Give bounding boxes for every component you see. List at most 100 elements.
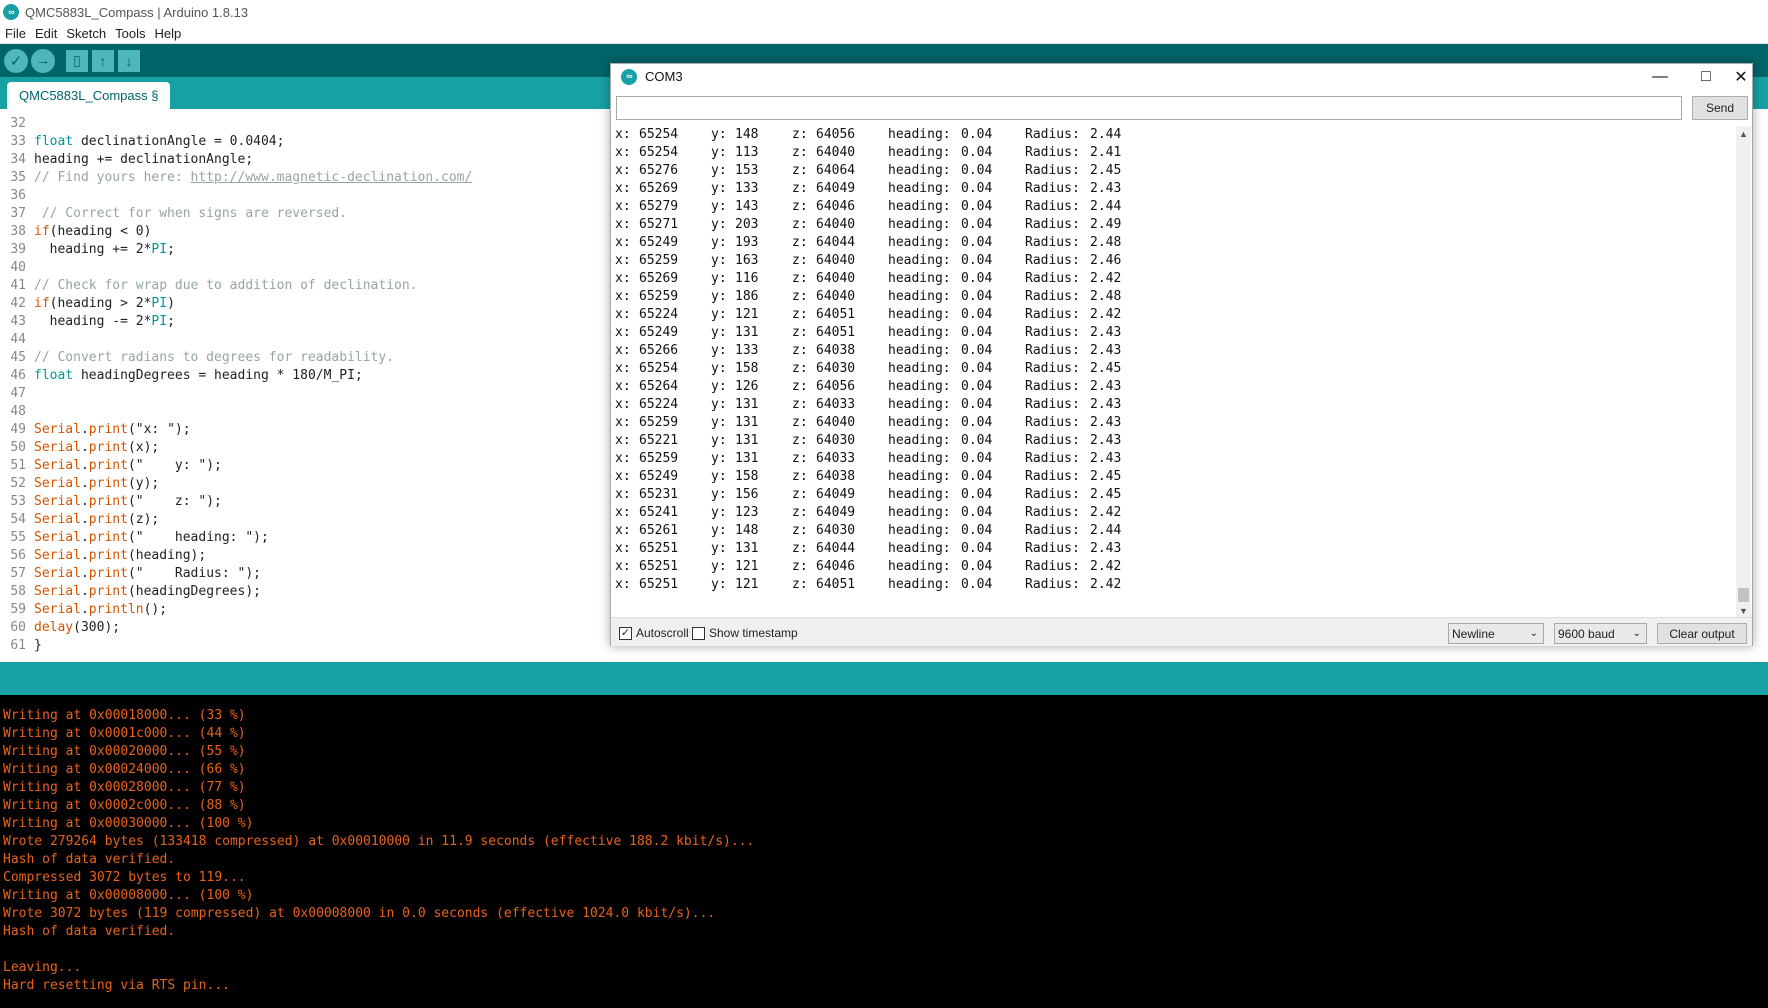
code-line[interactable]: 34 heading += declinationAngle; [0,151,253,169]
code-line[interactable]: 38 if(heading < 0) [0,223,151,241]
serial-field-label: x: [615,181,631,196]
timestamp-check-icon[interactable] [692,626,705,640]
serial-field-label: x: [615,289,631,304]
code-line[interactable]: 48 [0,403,26,421]
code-line[interactable]: 43 heading -= 2*PI; [0,313,175,331]
menu-sketch[interactable]: Sketch [66,26,106,41]
code-line[interactable]: 51 Serial.print(" y: "); [0,457,222,475]
code-line[interactable]: 37 // Correct for when signs are reverse… [0,205,347,223]
line-ending-select[interactable]: Newline ⌄ [1448,623,1544,644]
serial-field-label: x: [615,145,631,160]
serial-field-label: heading: [888,253,951,268]
serial-send-input[interactable] [616,96,1682,120]
serial-field-label: Radius: [1025,127,1080,142]
code-line[interactable]: 60 delay(300); [0,619,120,637]
serial-value-heading: 0.04 [961,289,993,304]
code-token: print [88,584,128,599]
code-line[interactable]: 42 if(heading > 2*PI) [0,295,175,313]
serial-value-radius: 2.42 [1090,577,1122,592]
code-token: (heading < 0) [49,224,152,239]
scrollbar-thumb[interactable] [1738,588,1749,602]
code-line[interactable]: 41 // Check for wrap due to addition of d… [0,277,417,295]
serial-field-label: x: [615,235,631,250]
code-line[interactable]: 40 [0,259,26,277]
code-token: ("x: "); [127,422,191,437]
scroll-down-icon[interactable]: ▼ [1736,603,1751,618]
serial-value-radius: 2.48 [1090,235,1122,250]
serial-value-heading: 0.04 [961,235,993,250]
line-number: 44 [10,332,26,347]
serial-value-x: 65259 [639,451,679,466]
line-number: 43 [10,314,26,329]
serial-scrollbar[interactable]: ▲ ▼ [1736,126,1751,618]
code-line[interactable]: 50 Serial.print(x); [0,439,159,457]
code-line[interactable]: 35 // Find yours here: http://www.magneti… [0,169,472,187]
code-token: (heading > 2* [49,296,152,311]
code-token: print [88,458,128,473]
baud-rate-select[interactable]: 9600 baud ⌄ [1554,623,1647,644]
serial-field-label: Radius: [1025,559,1080,574]
code-line[interactable]: 58 Serial.print(headingDegrees); [0,583,261,601]
serial-field-label: Radius: [1025,379,1080,394]
arduino-logo-icon: ∞ [621,68,637,85]
line-number: 42 [10,296,26,311]
code-line[interactable]: 56 Serial.print(heading); [0,547,206,565]
serial-value-y: 131 [735,397,759,412]
serial-line: x: 65276 y: 153 z: 64064 heading: 0.04 Radius: 2.… [615,162,1215,180]
menu-tools[interactable]: Tools [115,26,145,41]
menu-help[interactable]: Help [154,26,181,41]
menu-file[interactable]: File [5,26,26,41]
serial-field-label: x: [615,451,631,466]
serial-field-label: z: [792,433,808,448]
code-line[interactable]: 47 [0,385,26,403]
serial-field-label: z: [792,559,808,574]
line-number: 52 [10,476,26,491]
autoscroll-checkbox[interactable]: ✓ Autoscroll [619,626,689,640]
code-token: float [34,368,74,383]
window-title-bar: ∞ QMC5883L_Compass | Arduino 1.8.13 [0,0,1768,24]
code-line[interactable]: 32 [0,115,26,133]
serial-value-heading: 0.04 [961,181,993,196]
verify-icon[interactable]: ✓ [4,48,28,73]
serial-field-label: z: [792,235,808,250]
serial-options-bar: ✓ Autoscroll Show timestamp Newline ⌄ 96… [611,617,1752,646]
code-line[interactable]: 52 Serial.print(y); [0,475,159,493]
menu-edit[interactable]: Edit [35,26,57,41]
editor-console-divider[interactable] [0,662,1768,695]
save-sketch-icon[interactable]: ↓ [118,49,140,72]
timestamp-checkbox[interactable]: Show timestamp [692,626,798,640]
new-sketch-icon[interactable]: ▯ [66,49,88,72]
upload-icon[interactable]: → [31,48,55,73]
serial-value-y: 121 [735,307,759,322]
tab-qmc5883l-compass[interactable]: QMC5883L_Compass § [7,82,171,109]
code-token: PI [151,314,168,329]
send-button[interactable]: Send [1692,96,1748,120]
code-line[interactable]: 36 [0,187,26,205]
scroll-up-icon[interactable]: ▲ [1736,126,1751,141]
code-line[interactable]: 53 Serial.print(" z: "); [0,493,222,511]
code-line[interactable]: 45 // Convert radians to degrees for read… [0,349,394,367]
code-line[interactable]: 39 heading += 2*PI; [0,241,175,259]
code-line[interactable]: 59 Serial.println(); [0,601,167,619]
line-number: 61 [10,638,26,653]
code-line[interactable]: 44 [0,331,26,349]
serial-line: x: 65221 y: 131 z: 64030 heading: 0.04 Radius: 2.… [615,432,1215,450]
code-line[interactable]: 54 Serial.print(z); [0,511,159,529]
serial-value-z: 64030 [816,523,856,538]
code-token: if [34,296,50,311]
code-line[interactable]: 55 Serial.print(" heading: "); [0,529,268,547]
code-line[interactable]: 46 float headingDegrees = heading * 180/M… [0,367,362,385]
serial-value-heading: 0.04 [961,343,993,358]
autoscroll-check-icon[interactable]: ✓ [619,626,632,640]
clear-output-button[interactable]: Clear output [1657,623,1747,644]
open-sketch-icon[interactable]: ↑ [92,49,114,72]
code-line[interactable]: 61} [0,637,41,655]
close-icon[interactable]: ✕ [1729,64,1753,89]
serial-field-label: Radius: [1025,577,1080,592]
minimize-icon[interactable]: — [1637,64,1683,89]
code-line[interactable]: 49 Serial.print("x: "); [0,421,190,439]
code-line[interactable]: 33 float declinationAngle = 0.0404; [0,133,284,151]
code-line[interactable]: 57 Serial.print(" Radius: "); [0,565,261,583]
maximize-icon[interactable]: □ [1683,64,1729,89]
serial-value-z: 64044 [816,235,856,250]
